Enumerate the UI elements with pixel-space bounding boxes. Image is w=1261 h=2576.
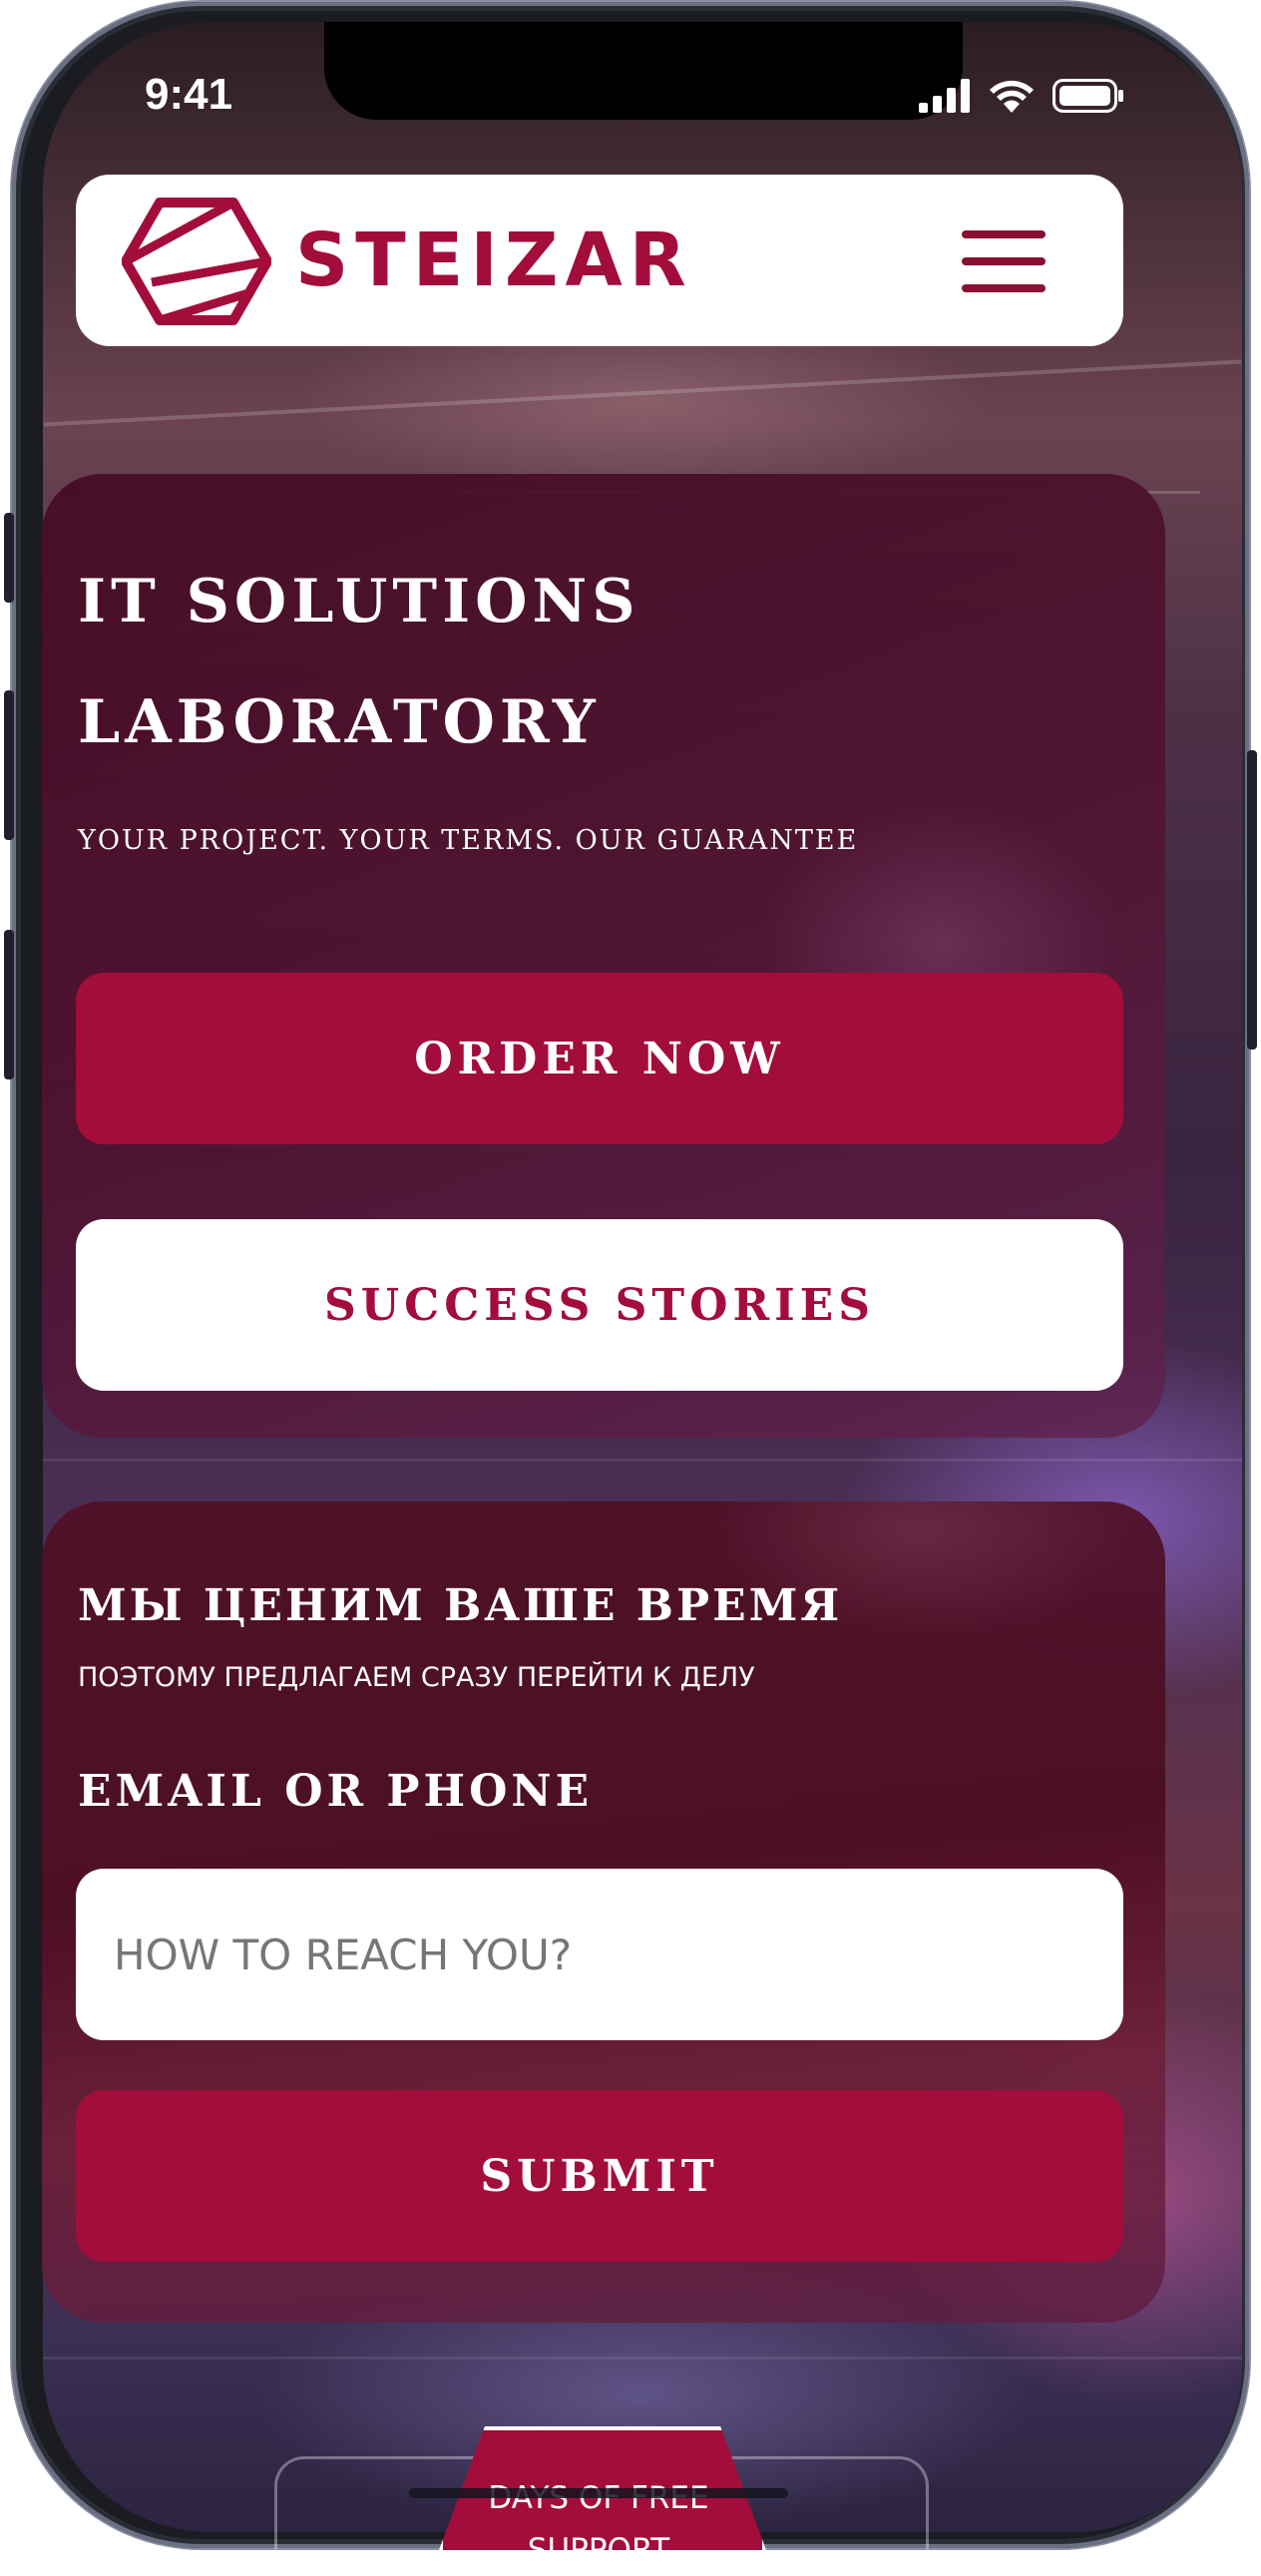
menu-icon[interactable] [962,230,1046,292]
signal-icon [919,79,970,113]
wifi-icon [990,80,1034,113]
notch [324,22,963,120]
bg-structure-line [43,2357,1242,2360]
navbar: STEIZAR [76,175,1123,346]
hero-subtitle: YOUR PROJECT. YOUR TERMS. OUR GUARANTEE [78,825,859,856]
email-or-phone-label: EMAIL OR PHONE [78,1766,594,1817]
hero-title-line1: IT SOLUTIONS [78,567,640,637]
battery-icon [1052,79,1123,113]
contact-input[interactable] [76,1869,1123,2040]
volume-down-button [4,930,14,1079]
side-button [4,513,14,603]
form-title: МЫ ЦЕНИМ ВАШЕ ВРЕМЯ [78,1580,843,1631]
hero-title: IT SOLUTIONS LABORATORY [78,542,976,783]
menu-bar [962,230,1046,238]
menu-bar [962,257,1046,265]
power-button [1247,750,1257,1050]
volume-up-button [4,690,14,840]
brand-name[interactable]: STEIZAR [295,218,693,302]
status-icons [919,76,1124,116]
submit-button[interactable]: SUBMIT [76,2090,1123,2262]
home-indicator [409,2488,788,2498]
status-time: 9:41 [145,70,233,119]
hexagon-logo-icon[interactable] [122,197,271,326]
hero-title-line2: LABORATORY [78,687,601,757]
bg-structure-line [43,359,1242,427]
order-now-button[interactable]: ORDER NOW [76,973,1123,1144]
success-stories-button[interactable]: SUCCESS STORIES [76,1219,1123,1391]
menu-bar [962,284,1046,292]
bg-structure-line [43,1459,1242,1462]
form-subtitle: ПОЭТОМУ ПРЕДЛАГАЕМ СРАЗУ ПЕРЕЙТИ К ДЕЛУ [78,1662,755,1693]
